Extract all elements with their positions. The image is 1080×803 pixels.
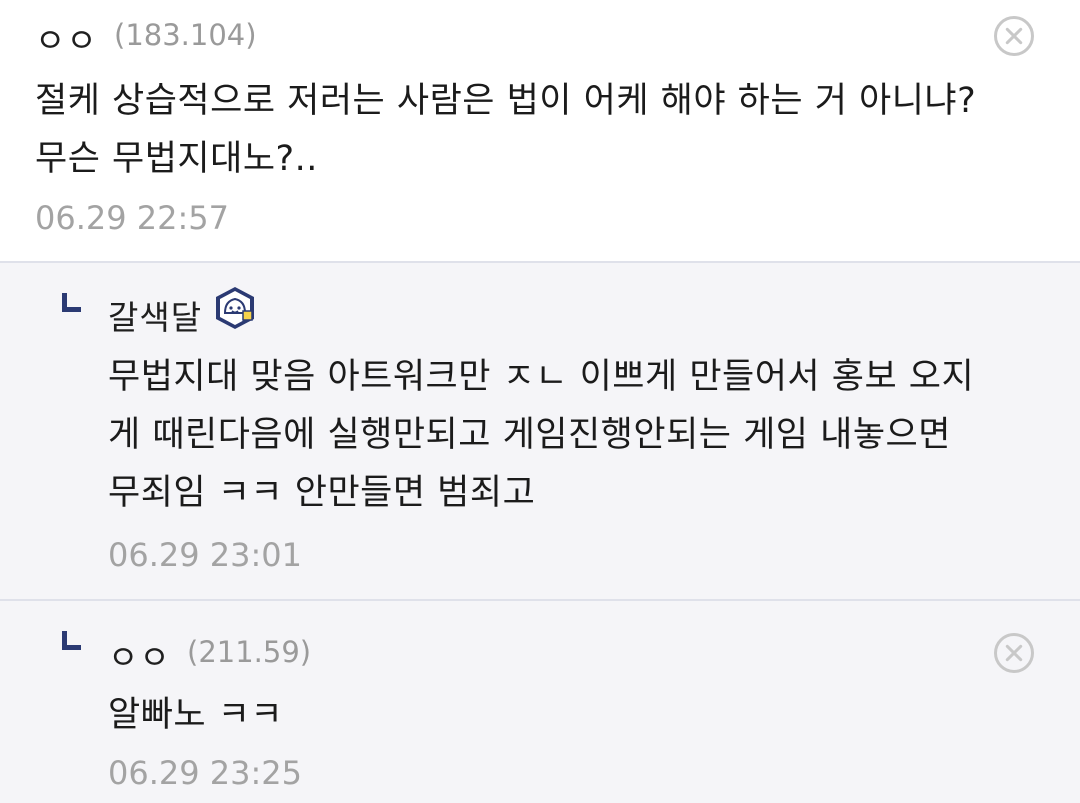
reply-item: ㅇㅇ (211.59) 알빠노 ㅋㅋ 06.29 23:25 [0,601,1080,803]
comment-ip: (183.104) [114,18,257,52]
comment-timestamp: 06.29 23:25 [108,754,302,792]
comment-timestamp: 06.29 22:57 [35,199,229,237]
comment-item: ㅇㅇ (183.104) 절케 상습적으로 저러는 사람은 법이 어케 해야 하… [0,0,1080,263]
comment-nickname[interactable]: 갈색달 [108,291,202,339]
comment-nickname[interactable]: ㅇㅇ [108,631,171,679]
reply-arrow-icon [62,293,81,312]
comment-nickname[interactable]: ㅇㅇ [35,14,98,62]
comment-ip: (211.59) [187,635,312,669]
comment-timestamp: 06.29 23:01 [108,536,302,574]
comment-text: 무법지대 맞음 아트워크만 ㅈㄴ 이쁘게 만들어서 홍보 오지 게 때린다음에 … [108,357,975,513]
reply-arrow-icon [62,631,81,650]
reply-item: 갈색달 무법지대 맞음 아트워크만 ㅈㄴ 이쁘게 만들어서 홍보 오지 게 때린… [0,263,1080,601]
delete-comment-close-icon[interactable] [994,633,1034,673]
delete-comment-close-icon[interactable] [994,16,1034,56]
fixed-nick-badge-icon [216,287,254,329]
comment-text: 절케 상습적으로 저러는 사람은 법이 어케 해야 하는 거 아니냐? 무슨 무… [35,81,977,179]
comment-text: 알빠노 ㅋㅋ [108,695,284,735]
